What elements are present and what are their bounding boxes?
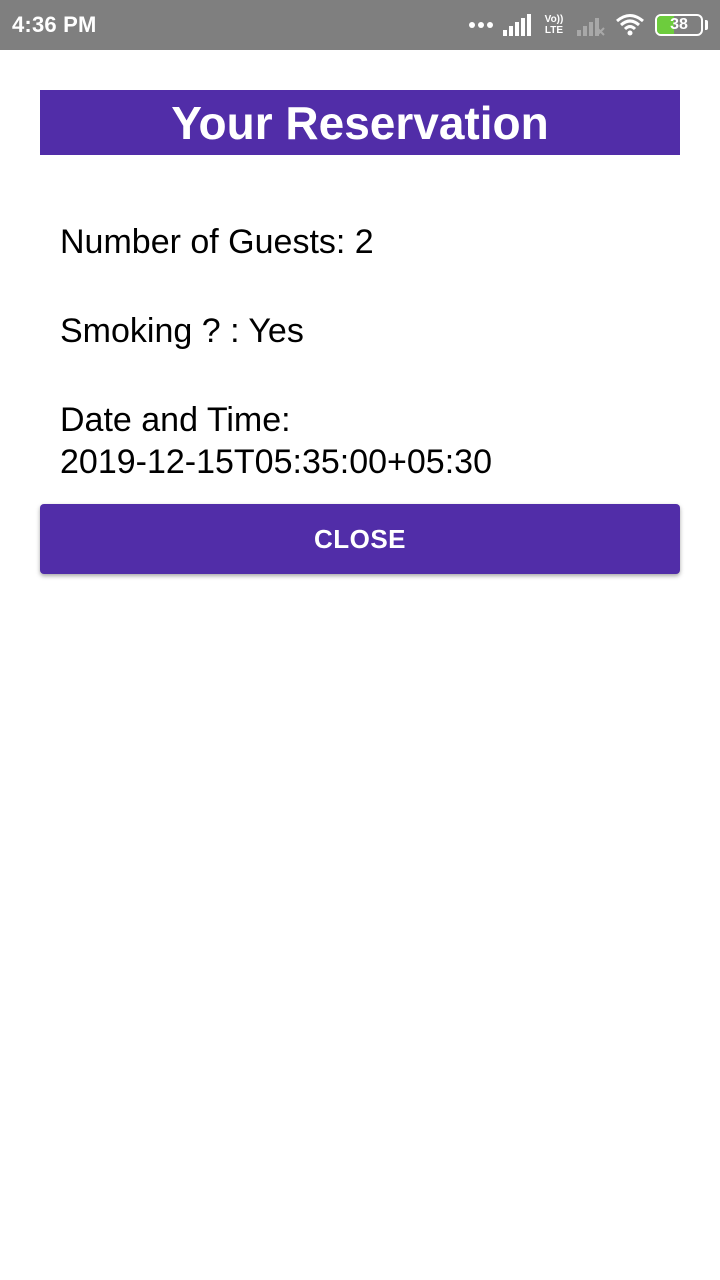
status-time: 4:36 PM — [12, 12, 97, 37]
battery-level: 38 — [670, 16, 688, 33]
datetime-value: 2019-12-15T05:35:00+05:30 — [60, 443, 492, 481]
signal-no-service-icon — [577, 14, 605, 36]
reservation-header: Your Reservation — [40, 90, 680, 155]
battery-icon: 38 — [655, 14, 703, 36]
wifi-icon — [615, 13, 645, 37]
datetime-label: Date and Time: — [60, 401, 291, 439]
close-button[interactable]: CLOSE — [40, 504, 680, 574]
status-icons: Vo)) LTE 38 — [469, 0, 708, 50]
smoking-text: Smoking ? : Yes — [60, 312, 304, 350]
signal-strength-icon — [503, 14, 531, 36]
volte-lte-icon: Vo)) LTE — [541, 14, 567, 36]
network-label: Vo)) LTE — [544, 14, 564, 36]
status-bar: 4:36 PM Vo)) LTE 38 — [0, 0, 720, 50]
battery-tip — [705, 20, 708, 30]
more-dots-icon — [469, 21, 493, 29]
page-title: Your Reservation — [171, 96, 549, 149]
guests-text: Number of Guests: 2 — [60, 223, 374, 261]
